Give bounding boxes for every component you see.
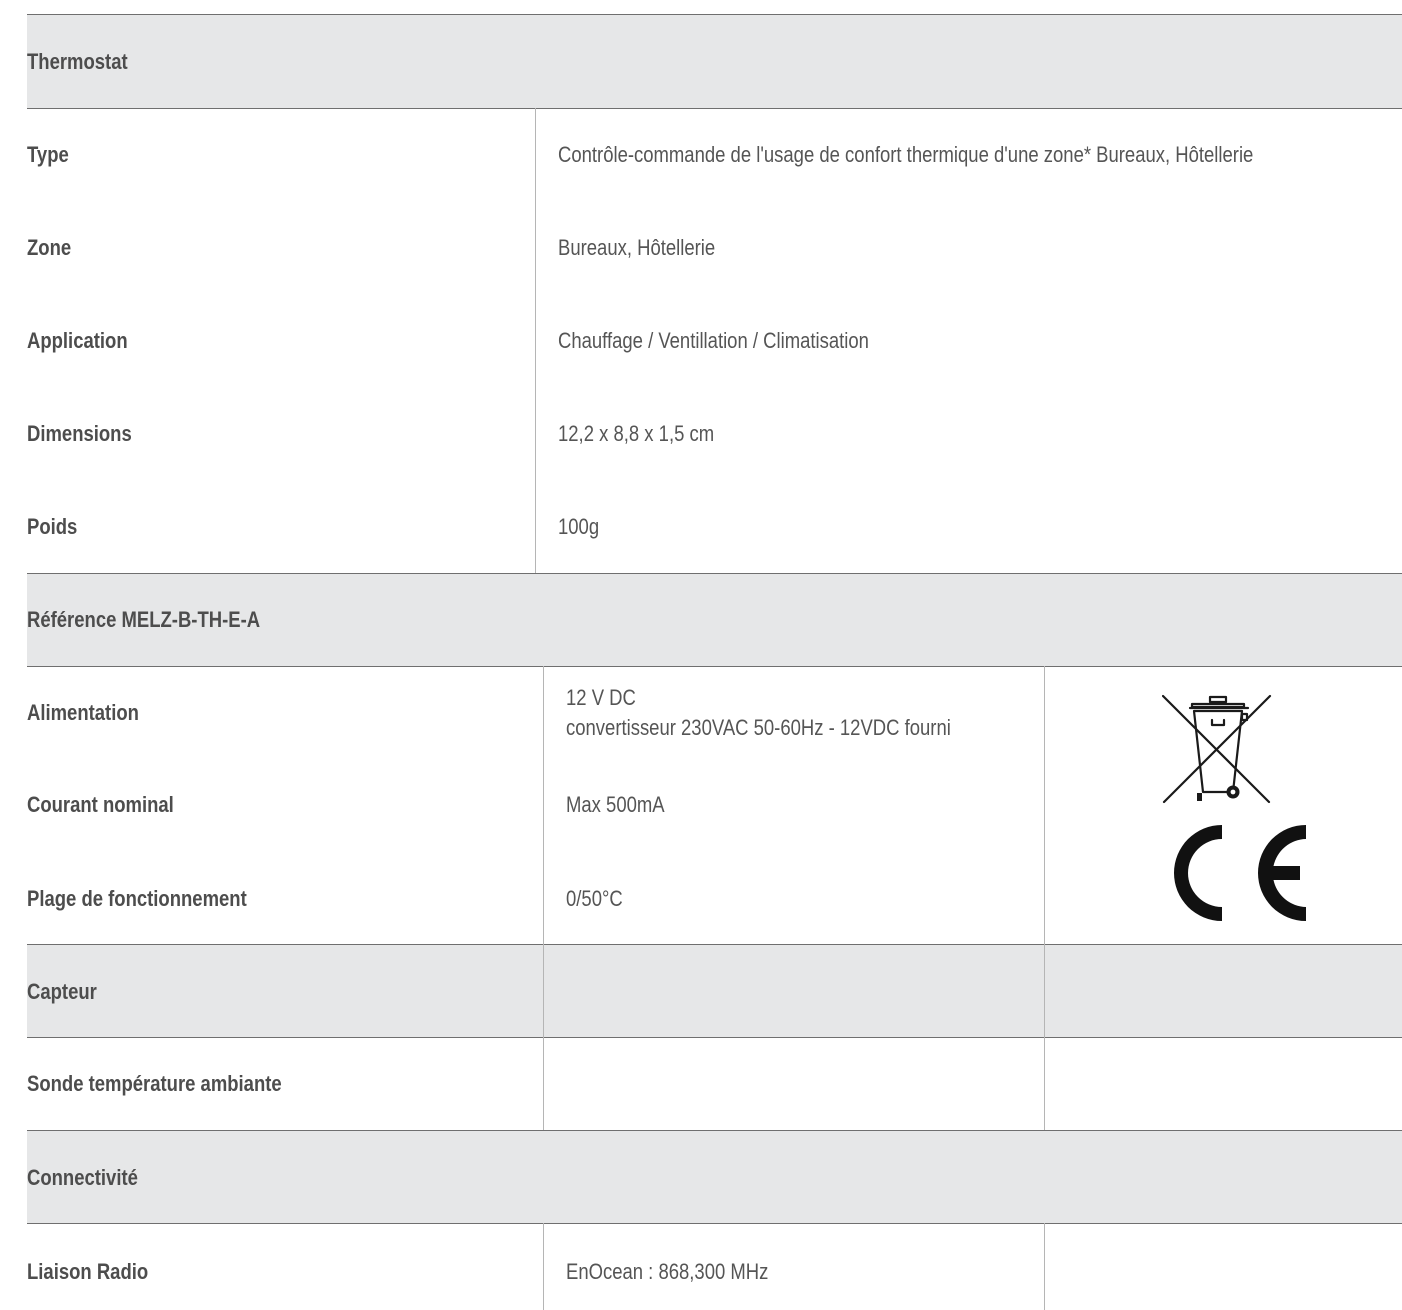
row-value-alimentation-line1: 12 V DC [566,685,636,710]
row-label-alimentation: Alimentation [27,700,139,725]
row-label-plage: Plage de fonctionnement [27,886,247,911]
row-value-plage: 0/50°C [566,886,623,911]
divider [27,1130,1402,1131]
weee-crossed-bin-icon [1162,694,1272,804]
divider [27,666,1402,667]
row-label-courant-nominal: Courant nominal [27,792,174,817]
divider [27,573,1402,574]
section-title-connectivite: Connectivité [27,1165,138,1190]
divider [27,108,1402,109]
column-divider [535,108,536,573]
section-title-reference: Référence MELZ-B-TH-E-A [27,607,261,632]
row-label-application: Application [27,328,128,353]
row-value-dimensions: 12,2 x 8,8 x 1,5 cm [558,421,715,446]
section-header-band [27,1130,1402,1223]
column-divider [543,1037,544,1130]
row-value-zone: Bureaux, Hôtellerie [558,235,716,260]
row-value-application: Chauffage / Ventillation / Climatisation [558,328,869,353]
divider [27,1223,1402,1224]
column-divider [1044,944,1045,1037]
row-label-poids: Poids [27,514,78,539]
section-title-thermostat: Thermostat [27,49,128,74]
row-label-sonde: Sonde température ambiante [27,1071,282,1096]
row-value-type: Contrôle-commande de l'usage de confort … [558,142,1254,167]
divider [27,14,1402,15]
row-label-liaison-radio: Liaison Radio [27,1259,149,1284]
column-divider [543,666,544,944]
section-title-capteur: Capteur [27,979,97,1004]
section-header-band [27,14,1402,108]
row-label-type: Type [27,142,69,167]
row-value-courant-nominal: Max 500mA [566,792,665,817]
divider [27,944,1402,945]
section-header-band [27,944,1402,1037]
spec-sheet: Thermostat Type Contrôle-commande de l'u… [27,14,1402,1310]
column-divider [1044,666,1045,944]
column-divider [543,944,544,1037]
column-divider [543,1223,544,1310]
row-value-alimentation-line2: convertisseur 230VAC 50-60Hz - 12VDC fou… [566,715,951,740]
ce-mark-icon [1174,825,1306,921]
column-divider [1044,1037,1045,1130]
column-divider [1044,1223,1045,1310]
divider [27,1037,1402,1038]
row-label-dimensions: Dimensions [27,421,132,446]
row-value-poids: 100g [558,514,600,539]
row-label-zone: Zone [27,235,72,260]
row-value-liaison-radio: EnOcean : 868,300 MHz [566,1259,769,1284]
